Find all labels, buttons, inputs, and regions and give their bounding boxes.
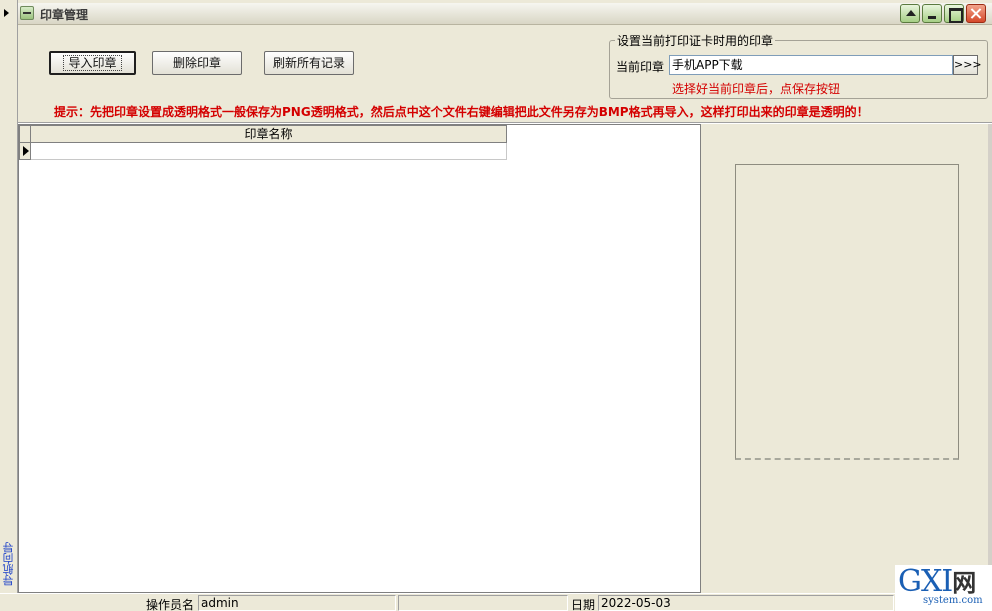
pick-seal-button[interactable]: >>>: [953, 55, 982, 75]
site-watermark-logo: GXI网 system.com: [895, 565, 992, 611]
status-panel: [398, 595, 568, 611]
current-seal-label: 当前印章: [616, 60, 665, 74]
navigation-wizard-link[interactable]: 导航向导: [1, 536, 17, 592]
transparency-tip: 提示：先把印章设置成透明格式一般保存为PNG透明格式，然后点中这个文件右键编辑把…: [54, 105, 869, 119]
close-button[interactable]: [966, 4, 986, 23]
save-hint: 选择好当前印章后，点保存按钮: [672, 82, 841, 96]
seal-grid[interactable]: 印章名称: [18, 124, 701, 593]
date-value: 2022-05-03: [598, 595, 894, 611]
expand-arrow-icon[interactable]: [4, 9, 9, 17]
panel-edge: [988, 124, 992, 593]
seal-preview-image: [735, 164, 959, 460]
window-title: 印章管理: [40, 8, 89, 22]
operator-value: admin: [198, 595, 396, 611]
import-seal-label: 导入印章: [63, 55, 122, 71]
seal-name-cell[interactable]: [31, 143, 507, 160]
status-bar: 操作员名 admin 日期 2022-05-03: [0, 593, 992, 611]
table-row[interactable]: [19, 143, 507, 160]
delete-seal-button[interactable]: 删除印章: [152, 51, 242, 75]
grid-corner: [19, 125, 31, 143]
watermark-domain: system.com: [923, 595, 983, 606]
system-menu-icon[interactable]: [20, 6, 34, 20]
column-header-seal-name[interactable]: 印章名称: [31, 125, 507, 143]
maximize-button[interactable]: [944, 4, 964, 23]
operator-label: 操作员名: [146, 598, 195, 611]
minimize-button[interactable]: [922, 4, 942, 23]
navigation-strip: 导航向导: [0, 0, 18, 593]
current-seal-field[interactable]: 手机APP下载: [669, 55, 953, 75]
date-label: 日期: [571, 598, 596, 611]
groupbox-title: 设置当前打印证卡时用的印章: [615, 32, 776, 49]
restore-up-icon[interactable]: [900, 4, 920, 23]
grid-header: 印章名称: [19, 125, 507, 143]
current-row-indicator-icon: [19, 143, 31, 160]
import-seal-button[interactable]: 导入印章: [49, 51, 136, 75]
window-title-bar: 印章管理: [18, 3, 992, 25]
refresh-records-button[interactable]: 刷新所有记录: [264, 51, 354, 75]
